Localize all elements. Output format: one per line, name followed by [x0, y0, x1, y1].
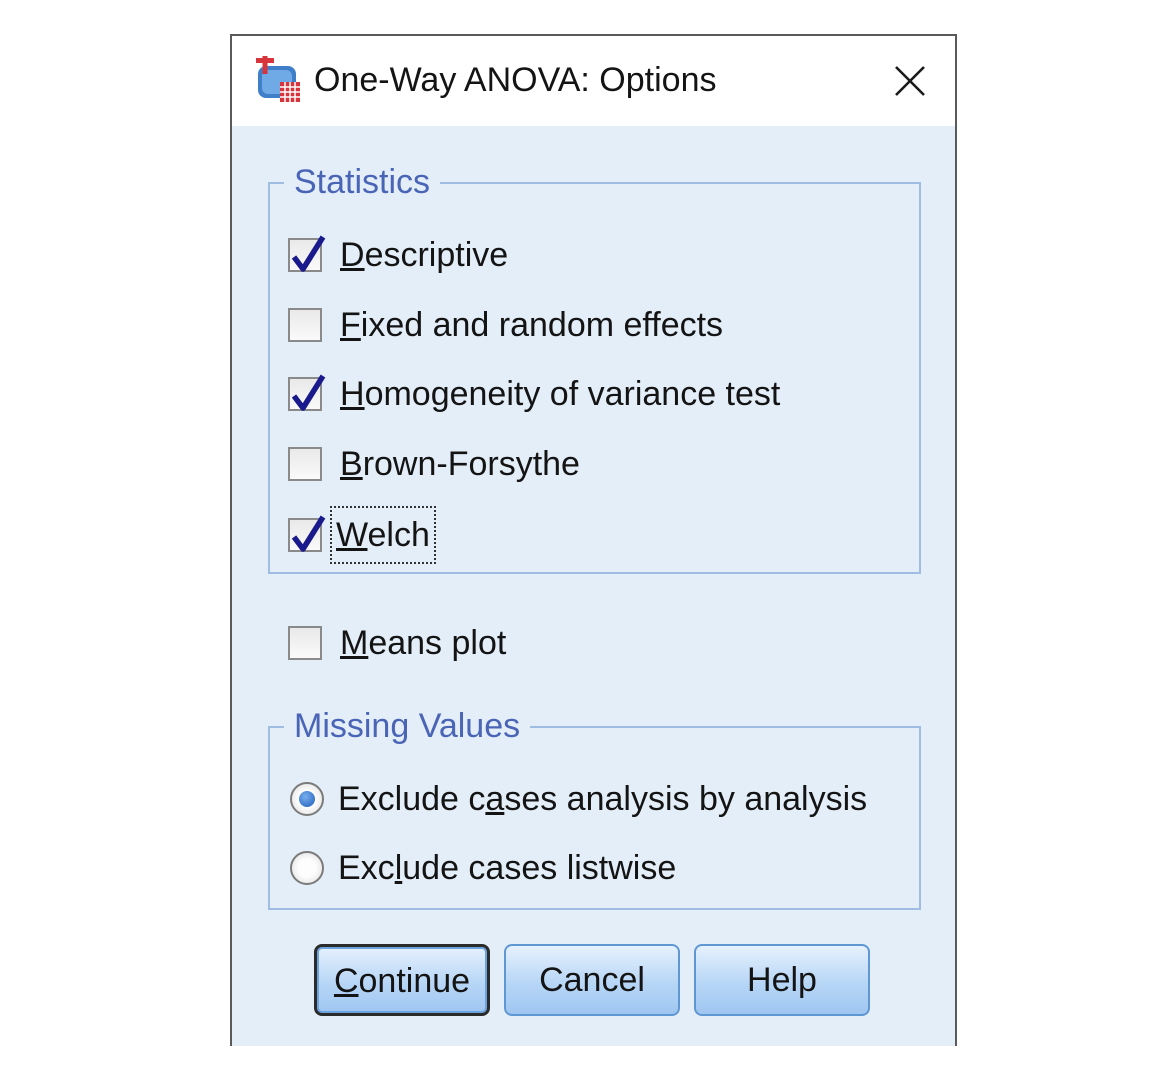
help-button[interactable]: Help	[694, 944, 870, 1016]
check-mark-icon	[291, 374, 326, 411]
checkbox-descriptive[interactable]: Descriptive	[288, 234, 508, 276]
checkbox-homogeneity-variance[interactable]: Homogeneity of variance test	[288, 373, 780, 415]
title-bar[interactable]: One-Way ANOVA: Options	[232, 36, 955, 126]
checkbox-box[interactable]	[288, 235, 326, 272]
radio-selected-dot	[299, 791, 315, 807]
cancel-button[interactable]: Cancel	[504, 944, 680, 1016]
check-mark-icon	[291, 235, 326, 272]
close-icon[interactable]	[893, 64, 927, 98]
checkbox-welch[interactable]: Welch	[288, 506, 436, 564]
continue-button[interactable]: Continue	[314, 944, 490, 1016]
checkbox-brown-forsythe[interactable]: Brown-Forsythe	[288, 443, 580, 485]
statistics-legend: Statistics	[284, 160, 441, 204]
checkbox-label: Brown-Forsythe	[340, 445, 580, 483]
checkbox-label: Descriptive	[340, 236, 509, 274]
radio-exclude-listwise[interactable]: Exclude cases listwise	[290, 847, 676, 889]
radio-label: Exclude cases listwise	[338, 849, 677, 887]
check-mark-icon	[291, 515, 326, 552]
checkbox-box[interactable]	[288, 626, 322, 660]
anova-options-dialog: One-Way ANOVA: Options Statistics Descri…	[230, 34, 957, 1046]
dialog-title: One-Way ANOVA: Options	[314, 61, 717, 99]
checkbox-fixed-random-effects[interactable]: Fixed and random effects	[288, 304, 723, 346]
checkbox-label: Means plot	[340, 624, 507, 662]
radio-label: Exclude cases analysis by analysis	[338, 780, 868, 818]
missing-values-legend: Missing Values	[284, 704, 531, 748]
checkbox-means-plot[interactable]: Means plot	[288, 622, 506, 664]
checkbox-box[interactable]	[288, 515, 326, 552]
checkbox-label: Homogeneity of variance test	[340, 375, 781, 413]
checkbox-label-focused: Welch	[330, 506, 436, 564]
radio-button[interactable]	[290, 782, 324, 816]
checkbox-box[interactable]	[288, 374, 326, 411]
spss-dialog-icon	[256, 56, 300, 102]
radio-exclude-analysis-by-analysis[interactable]: Exclude cases analysis by analysis	[290, 778, 867, 820]
radio-button[interactable]	[290, 851, 324, 885]
checkbox-box[interactable]	[288, 308, 322, 342]
checkbox-box[interactable]	[288, 447, 322, 481]
checkbox-label: Fixed and random effects	[340, 306, 724, 344]
